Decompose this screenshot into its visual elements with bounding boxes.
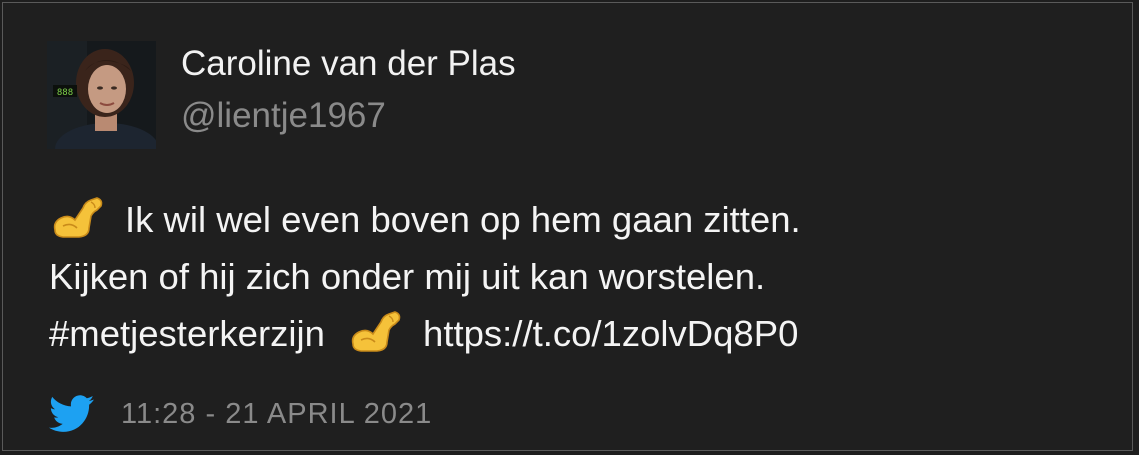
twitter-bird-icon[interactable] bbox=[49, 395, 95, 433]
tweet-footer: 11:28 - 21 APRIL 2021 bbox=[49, 392, 432, 436]
tweet-line-2: Kijken of hij zich onder mij uit kan wor… bbox=[49, 248, 1109, 305]
tweet-text-line-1: Ik wil wel even boven op hem gaan zitten… bbox=[125, 199, 801, 240]
avatar-image: 888 bbox=[47, 41, 156, 149]
flexed-biceps-icon bbox=[347, 308, 409, 354]
author-handle[interactable]: @lientje1967 bbox=[181, 95, 386, 137]
tweet-timestamp[interactable]: 11:28 - 21 APRIL 2021 bbox=[121, 398, 432, 431]
tweet-line-3: #metjesterkerzijn https://t.co/1zolvDq8P… bbox=[49, 305, 1109, 362]
flexed-biceps-icon bbox=[49, 194, 111, 240]
author-display-name[interactable]: Caroline van der Plas bbox=[181, 43, 516, 85]
avatar[interactable]: 888 bbox=[47, 41, 156, 149]
tweet-text-line-2: Kijken of hij zich onder mij uit kan wor… bbox=[49, 256, 766, 297]
tweet-text: Ik wil wel even boven op hem gaan zitten… bbox=[49, 191, 1109, 362]
tweet-link[interactable]: https://t.co/1zolvDq8P0 bbox=[423, 313, 798, 354]
tweet-hashtag[interactable]: #metjesterkerzijn bbox=[49, 313, 325, 354]
tweet-card: 888 Caroline van der Plas @lientje1967 I… bbox=[2, 2, 1133, 451]
avatar-badge: 888 bbox=[57, 88, 73, 98]
tweet-line-1: Ik wil wel even boven op hem gaan zitten… bbox=[49, 191, 1109, 248]
